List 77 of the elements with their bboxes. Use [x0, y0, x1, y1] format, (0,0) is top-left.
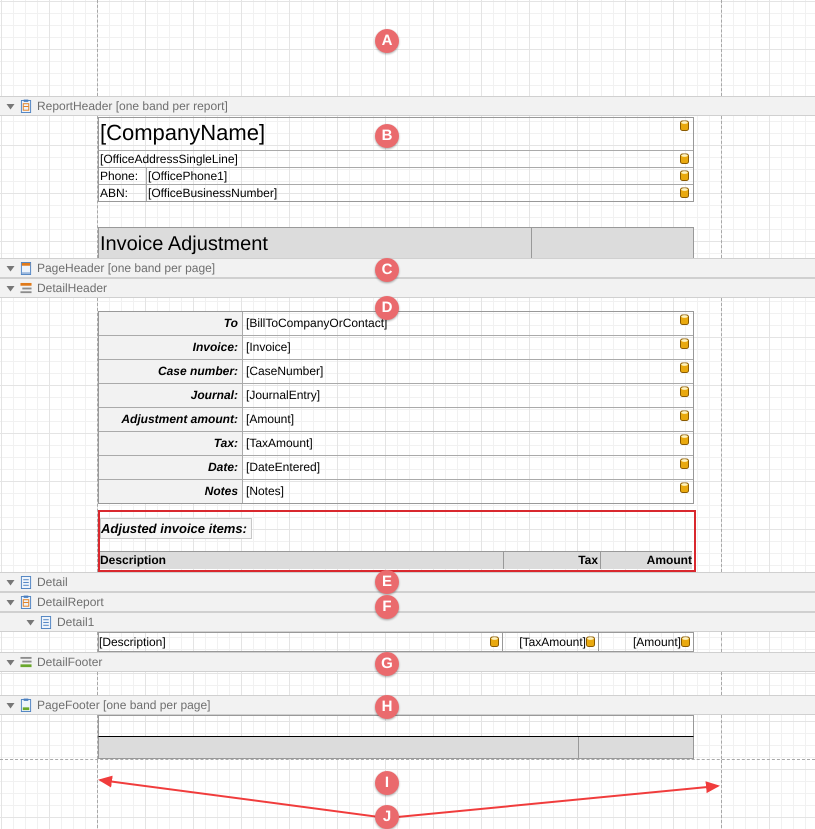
clipboard-icon — [20, 594, 32, 610]
field-value: [DateEntered] — [245, 459, 320, 476]
field-label: To — [99, 312, 243, 335]
callout-marker: F — [375, 595, 399, 619]
clipboard-icon — [20, 98, 32, 114]
field-label: ABN: — [99, 185, 147, 201]
database-icon — [680, 338, 689, 349]
field-label: Phone: — [99, 168, 147, 184]
band-title: PageFooter [one band per page] — [37, 698, 210, 712]
field-label: Adjustment amount: — [99, 408, 243, 431]
field-value: [JournalEntry] — [245, 387, 320, 404]
collapse-toggle[interactable] — [6, 598, 15, 606]
company-name-field: [CompanyName] — [99, 118, 266, 150]
database-icon — [680, 482, 689, 493]
callout-marker: I — [375, 771, 399, 795]
band-title: PageHeader [one band per page] — [37, 261, 216, 275]
callout-marker: B — [375, 124, 399, 148]
field-label: Journal: — [99, 384, 243, 407]
collapse-toggle[interactable] — [6, 578, 15, 586]
callout-marker: E — [375, 570, 399, 594]
collapse-toggle[interactable] — [6, 658, 15, 666]
collapse-toggle[interactable] — [6, 102, 15, 110]
field-label: Notes — [99, 480, 243, 503]
page-icon — [20, 260, 32, 276]
document-icon — [40, 614, 52, 630]
field-value: [Amount] — [599, 633, 693, 651]
field-label: Tax: — [99, 432, 243, 455]
database-icon — [680, 314, 689, 325]
field-value: [Notes] — [245, 483, 284, 500]
callout-marker: A — [375, 29, 399, 53]
database-icon — [681, 636, 690, 647]
field-label: Case number: — [99, 360, 243, 383]
field-value: [Invoice] — [245, 339, 291, 356]
database-icon — [680, 187, 689, 198]
field-value: [TaxAmount] — [245, 435, 313, 452]
database-icon — [680, 153, 689, 164]
callout-marker: H — [375, 695, 399, 719]
field-value: [TaxAmount] — [503, 633, 599, 651]
database-icon — [680, 458, 689, 469]
column-header: Tax — [503, 552, 600, 569]
page-icon — [20, 698, 32, 712]
callout-marker: C — [375, 258, 399, 282]
stack-icon — [20, 654, 32, 670]
column-header: Amount — [600, 552, 692, 569]
field-label: Date: — [99, 456, 243, 479]
database-icon — [680, 410, 689, 421]
collapse-toggle[interactable] — [6, 264, 15, 272]
field-label: Invoice: — [99, 336, 243, 359]
callout-marker: D — [375, 296, 399, 320]
field-value: [OfficePhone1] — [147, 168, 228, 184]
address-field: [OfficeAddressSingleLine] — [99, 151, 238, 167]
band-title: ReportHeader [one band per report] — [37, 99, 228, 113]
field-value: [Description] — [99, 633, 503, 651]
band-title: Detail — [37, 575, 68, 589]
callout-marker: J — [375, 805, 399, 829]
field-value: [CaseNumber] — [245, 363, 324, 380]
band-title: DetailHeader — [37, 281, 108, 295]
callout-marker: G — [375, 652, 399, 676]
band-title: DetailFooter — [37, 655, 102, 669]
collapse-toggle[interactable] — [26, 618, 35, 626]
stack-icon — [20, 280, 32, 296]
database-icon — [680, 120, 689, 131]
database-icon — [586, 636, 595, 647]
section-label: Adjusted invoice items: — [100, 518, 252, 539]
collapse-toggle[interactable] — [6, 284, 15, 292]
band-title: Detail1 — [57, 615, 94, 629]
database-icon — [680, 362, 689, 373]
document-icon — [20, 574, 32, 590]
database-icon — [490, 636, 499, 647]
field-value: [OfficeBusinessNumber] — [147, 185, 278, 201]
band-title: DetailReport — [37, 595, 104, 609]
column-header: Description — [100, 552, 168, 569]
database-icon — [680, 386, 689, 397]
database-icon — [680, 434, 689, 445]
field-value: [Amount] — [245, 411, 294, 428]
database-icon — [680, 170, 689, 181]
collapse-toggle[interactable] — [6, 700, 15, 710]
